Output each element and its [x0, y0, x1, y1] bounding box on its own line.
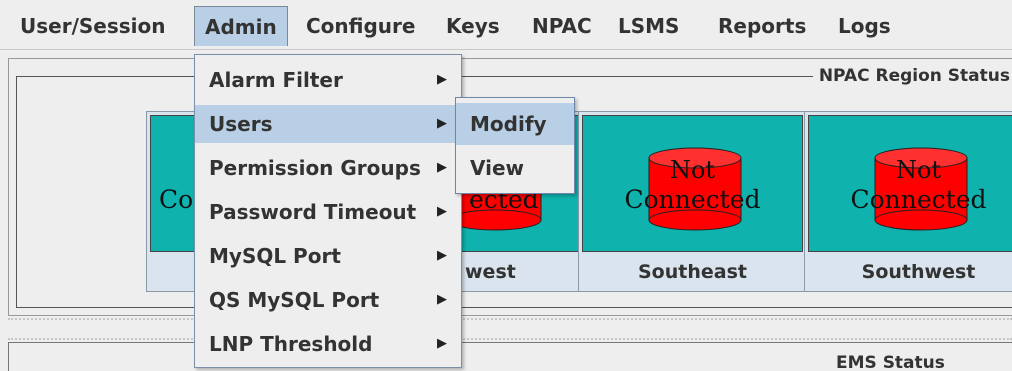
region-tile: Not Connected — [582, 115, 803, 252]
region-status-text: Connected — [850, 185, 987, 214]
submenu-arrow-icon: ▶ — [437, 336, 447, 351]
users-submenu: Modify View — [455, 97, 575, 194]
menu-configure[interactable]: Configure — [296, 6, 425, 46]
menu-item-password-timeout[interactable]: Password Timeout ▶ — [195, 193, 461, 231]
region-name: Southeast — [638, 261, 747, 283]
submenu-item-view[interactable]: View — [456, 147, 574, 189]
menu-bar: User/Session Admin Configure Keys NPAC L… — [0, 0, 1012, 50]
menu-item-lnp-threshold[interactable]: LNP Threshold ▶ — [195, 325, 461, 363]
region-tile: Not Connected — [808, 115, 1012, 252]
submenu-arrow-icon: ▶ — [437, 160, 447, 175]
menu-item-users[interactable]: Users ▶ — [195, 105, 461, 143]
submenu-arrow-icon: ▶ — [437, 116, 447, 131]
menu-admin[interactable]: Admin — [194, 6, 288, 46]
region-name: Southwest — [861, 261, 976, 283]
region-status-text: Connected — [624, 185, 761, 214]
submenu-arrow-icon: ▶ — [437, 72, 447, 87]
menu-npac[interactable]: NPAC — [522, 6, 602, 46]
menu-reports[interactable]: Reports — [708, 6, 816, 46]
region-southwest[interactable]: Not Connected Southwest — [804, 111, 1012, 292]
menu-lsms[interactable]: LSMS — [608, 6, 689, 46]
menu-item-label: Alarm Filter — [209, 68, 343, 92]
region-status-not: Not — [895, 156, 942, 184]
menu-user-session[interactable]: User/Session — [10, 6, 176, 46]
admin-dropdown-menu: Alarm Filter ▶ Users ▶ Permission Groups… — [194, 54, 462, 368]
menu-item-permission-groups[interactable]: Permission Groups ▶ — [195, 149, 461, 187]
ems-status-title: EMS Status — [830, 353, 951, 371]
menu-keys[interactable]: Keys — [436, 6, 510, 46]
submenu-arrow-icon: ▶ — [437, 248, 447, 263]
menu-logs[interactable]: Logs — [828, 6, 901, 46]
menu-item-label: LNP Threshold — [209, 332, 373, 356]
menu-item-label: Users — [209, 112, 273, 136]
menu-item-mysql-port[interactable]: MySQL Port ▶ — [195, 237, 461, 275]
menu-item-alarm-filter[interactable]: Alarm Filter ▶ — [195, 61, 461, 99]
split-pane-divider[interactable] — [8, 318, 1012, 340]
npac-region-status-title: NPAC Region Status — [812, 66, 1012, 86]
menu-item-qs-mysql-port[interactable]: QS MySQL Port ▶ — [195, 281, 461, 319]
menu-item-label: Permission Groups — [209, 156, 421, 180]
menu-item-label: MySQL Port — [209, 244, 341, 268]
submenu-item-modify[interactable]: Modify — [456, 103, 574, 145]
menu-item-label: Password Timeout — [209, 200, 417, 224]
submenu-arrow-icon: ▶ — [437, 204, 447, 219]
submenu-arrow-icon: ▶ — [437, 292, 447, 307]
region-status-not: Not — [669, 156, 716, 184]
menu-item-label: QS MySQL Port — [209, 288, 380, 312]
region-southeast[interactable]: Not Connected Southeast — [578, 111, 807, 292]
